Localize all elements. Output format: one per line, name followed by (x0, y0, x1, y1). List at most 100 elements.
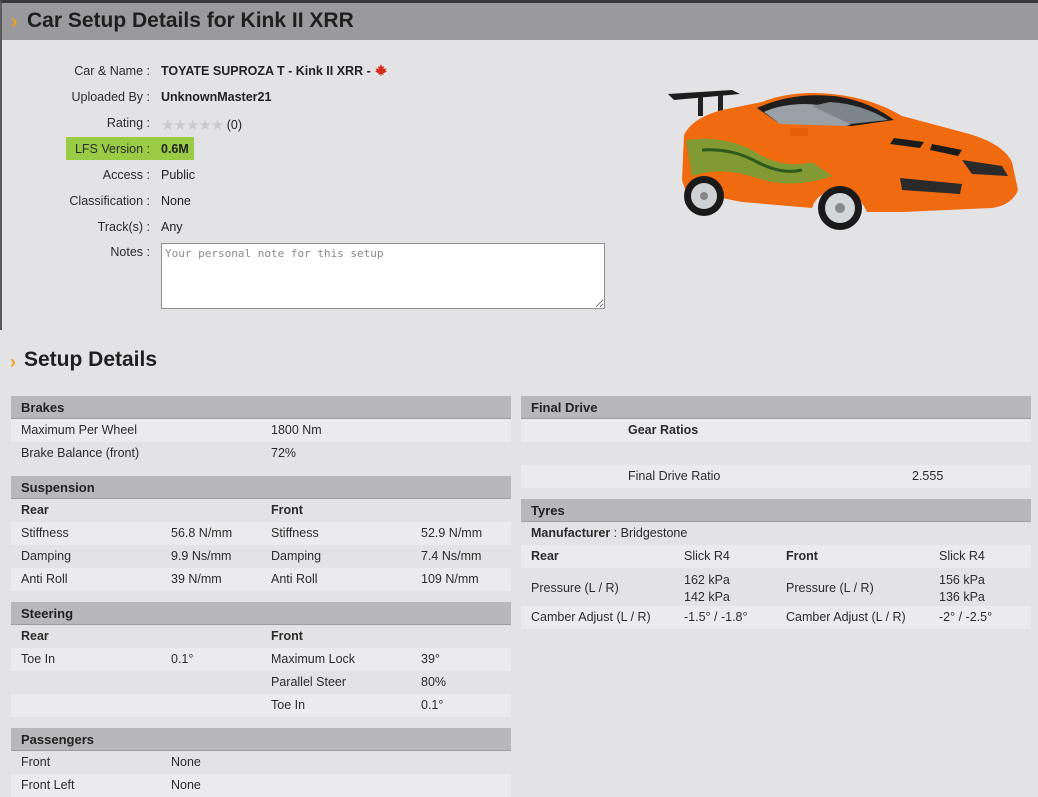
rating-row: Rating : ★★★★★ (0) (0, 113, 640, 135)
rear-stiffness-value: 56.8 N/mm (171, 526, 233, 540)
table-row: Gear Ratios (521, 419, 1031, 442)
table-row: Parallel Steer 80% (11, 671, 511, 694)
rating-label: Rating : (106, 116, 150, 130)
maple-leaf-icon (375, 64, 388, 76)
brakes-header: Brakes (11, 396, 511, 419)
rating-count: (0) (226, 118, 243, 132)
table-row: Damping 9.9 Ns/mm Damping 7.4 Ns/mm (11, 545, 511, 568)
notes-label: Notes : (110, 245, 150, 259)
front-toe-value: 0.1° (421, 698, 444, 712)
tyres-header: Tyres (521, 499, 1031, 522)
front-camber-label: Camber Adjust (L / R) (786, 610, 906, 624)
parallel-steer-label: Parallel Steer (271, 675, 347, 689)
passenger-front-left-value: None (171, 778, 201, 792)
steering-panel: Steering Rear Front Toe In 0.1° Maximum … (11, 602, 511, 717)
rear-tyre-type: Slick R4 (684, 549, 730, 563)
table-row: Anti Roll 39 N/mm Anti Roll 109 N/mm (11, 568, 511, 591)
rear-toe-value: 0.1° (171, 652, 194, 666)
table-row: Stiffness 56.8 N/mm Stiffness 52.9 N/mm (11, 522, 511, 545)
front-damping-value: 7.4 Ns/mm (421, 549, 482, 563)
brake-balance-label: Brake Balance (front) (21, 446, 140, 460)
suspension-front-heading: Front (271, 503, 303, 517)
chevron-right-icon: › (10, 352, 16, 372)
front-pressure-value: 156 kPa 136 kPa (939, 573, 985, 604)
front-damping-label: Damping (271, 549, 322, 563)
steering-rear-heading: Rear (21, 629, 49, 643)
tyres-panel: Tyres Manufacturer : Bridgestone Rear Sl… (521, 499, 1031, 629)
car-name-value: TOYATE SUPROZA T - Kink II XRR - (161, 64, 388, 78)
table-row: Toe In 0.1° Maximum Lock 39° (11, 648, 511, 671)
final-drive-header: Final Drive (521, 396, 1031, 419)
front-stiffness-label: Stiffness (271, 526, 319, 540)
suspension-header: Suspension (11, 476, 511, 499)
front-antiroll-label: Anti Roll (271, 572, 318, 586)
final-drive-ratio-value: 2.555 (912, 469, 944, 483)
tyres-rear-heading: Rear (531, 549, 559, 563)
rating-stars-icon[interactable]: ★★★★★ (161, 116, 224, 134)
front-tyre-type: Slick R4 (939, 549, 985, 563)
table-row: Front None (11, 751, 511, 774)
car-image (668, 90, 1018, 230)
rear-pressure-value: 162 kPa 142 kPa (684, 573, 730, 604)
max-lock-value: 39° (421, 652, 440, 666)
access-value: Public (161, 168, 196, 182)
table-row: Front Left None (11, 774, 511, 797)
uploaded-by-row: Uploaded By : UnknownMaster21 (0, 87, 640, 109)
final-drive-ratio-label: Final Drive Ratio (628, 469, 721, 483)
steering-front-heading: Front (271, 629, 303, 643)
table-row: Camber Adjust (L / R) -1.5° / -1.8° Camb… (521, 606, 1031, 629)
table-row: Rear Front (11, 625, 511, 648)
table-row: Pressure (L / R) 162 kPa 142 kPa Pressure… (521, 568, 1031, 606)
brake-max-value: 1800 Nm (271, 423, 322, 437)
notes-textarea[interactable] (161, 243, 605, 309)
access-row: Access : Public (0, 165, 640, 187)
front-pressure-label: Pressure (L / R) (786, 581, 874, 595)
parallel-steer-value: 80% (421, 675, 447, 689)
passenger-front-label: Front (21, 755, 51, 769)
classification-label: Classification : (69, 194, 150, 208)
passenger-front-left-label: Front Left (21, 778, 75, 792)
rear-antiroll-value: 39 N/mm (171, 572, 222, 586)
rating-value: ★★★★★ (0) (161, 116, 242, 134)
tracks-value: Any (161, 220, 183, 234)
classification-row: Classification : None (0, 191, 640, 213)
table-row: Toe In 0.1° (11, 694, 511, 717)
brake-balance-value: 72% (271, 446, 297, 460)
front-stiffness-value: 52.9 N/mm (421, 526, 483, 540)
table-row: Brake Balance (front) 72% (11, 442, 511, 465)
setup-details-title: Setup Details (24, 348, 158, 371)
front-antiroll-value: 109 N/mm (421, 572, 479, 586)
manufacturer-value: Bridgestone (620, 526, 688, 540)
page-title: Car Setup Details for Kink II XRR (27, 9, 354, 32)
uploaded-by-label: Uploaded By : (71, 90, 150, 104)
rear-antiroll-label: Anti Roll (21, 572, 68, 586)
table-row: Rear Front (11, 499, 511, 522)
page-header: › Car Setup Details for Kink II XRR (0, 0, 1038, 40)
steering-header: Steering (11, 602, 511, 625)
brakes-panel: Brakes Maximum Per Wheel 1800 Nm Brake B… (11, 396, 511, 465)
brake-max-label: Maximum Per Wheel (21, 423, 137, 437)
rear-camber-label: Camber Adjust (L / R) (531, 610, 651, 624)
table-row: Rear Slick R4 Front Slick R4 (521, 545, 1031, 568)
table-row: Maximum Per Wheel 1800 Nm (11, 419, 511, 442)
car-name-row: Car & Name : TOYATE SUPROZA T - Kink II … (0, 61, 640, 83)
final-drive-panel: Final Drive Gear Ratios Final Drive Rati… (521, 396, 1031, 488)
manufacturer-label: Manufacturer : Bridgestone (531, 526, 688, 540)
rear-pressure-label: Pressure (L / R) (531, 581, 619, 595)
suspension-rear-heading: Rear (21, 503, 49, 517)
max-lock-label: Maximum Lock (271, 652, 356, 666)
access-label: Access : (102, 168, 150, 182)
rear-damping-label: Damping (21, 549, 72, 563)
gear-ratios-heading: Gear Ratios (628, 423, 699, 437)
lfs-version-value: 0.6M (161, 142, 189, 156)
passengers-header: Passengers (11, 728, 511, 751)
table-row (521, 442, 1031, 465)
tyres-front-heading: Front (786, 549, 818, 563)
lfs-version-label: LFS Version : (74, 142, 150, 156)
rear-camber-value: -1.5° / -1.8° (684, 610, 748, 624)
uploaded-by-value[interactable]: UnknownMaster21 (161, 90, 271, 104)
rear-damping-value: 9.9 Ns/mm (171, 549, 232, 563)
rear-stiffness-label: Stiffness (21, 526, 69, 540)
car-name-label: Car & Name : (74, 64, 150, 78)
chevron-right-icon: › (11, 11, 18, 33)
